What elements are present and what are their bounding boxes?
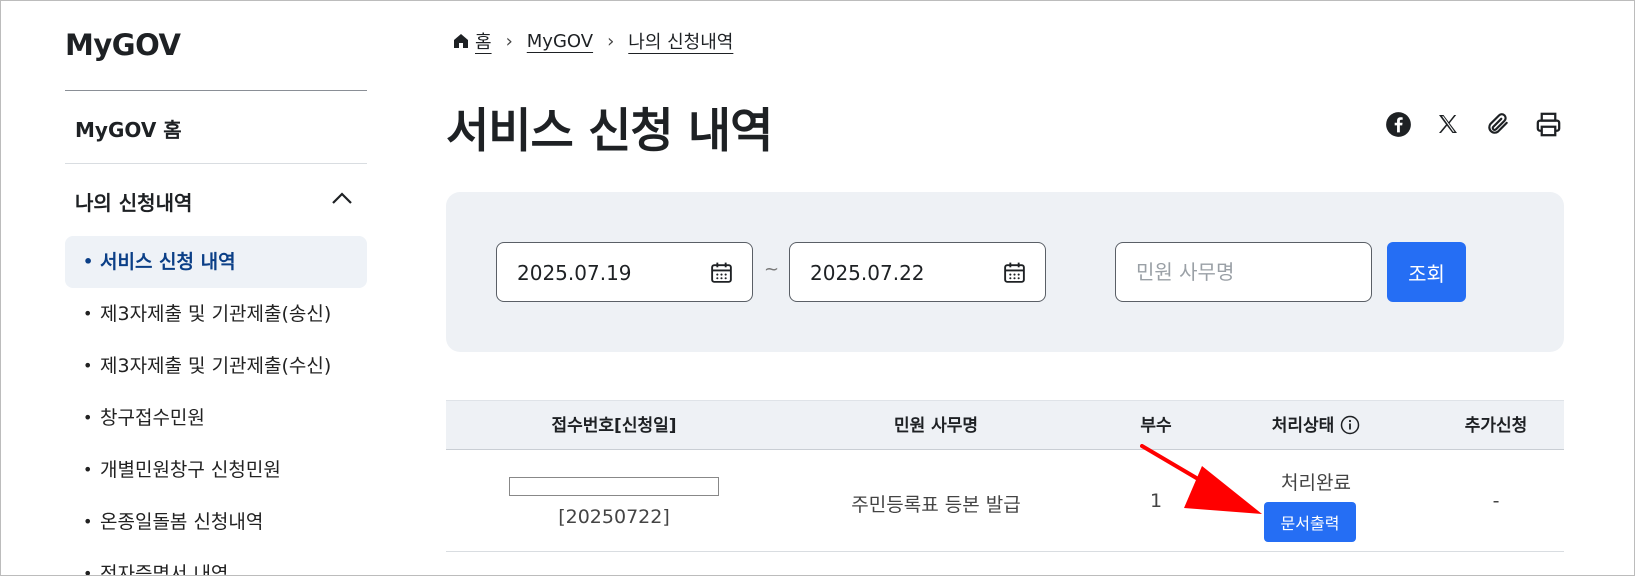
receipt-date: [20250722]	[558, 506, 670, 528]
breadcrumb-my-applications[interactable]: 나의 신청내역	[628, 28, 733, 54]
sidebar-item-mygov-home[interactable]: MyGOV 홈	[75, 114, 182, 143]
sidebar-item-e-certificates[interactable]: 전자증명서 내역	[65, 548, 367, 576]
red-arrow-annotation	[1140, 444, 1262, 514]
results-table: 접수번호[신청일] 민원 사무명 부수 처리상태 추가신청 [20250722]…	[446, 400, 1564, 552]
search-panel: 2025.07.19 ~ 2025.07.22 조회	[446, 192, 1564, 352]
sidebar-section-my-applications[interactable]: 나의 신청내역	[75, 187, 192, 216]
column-header-additional: 추가신청	[1464, 416, 1528, 436]
table-row: [20250722] 주민등록표 등본 발급 1 처리완료 문서출력 -	[446, 450, 1564, 552]
chevron-right-icon: ›	[607, 30, 615, 52]
receipt-number-link[interactable]	[509, 477, 719, 496]
breadcrumb-mygov[interactable]: MyGOV	[527, 31, 593, 52]
start-date-field[interactable]: 2025.07.19	[496, 242, 753, 302]
column-header-receipt: 접수번호[신청일]	[551, 416, 677, 436]
calendar-icon[interactable]	[709, 260, 734, 285]
chevron-right-icon: ›	[505, 30, 513, 52]
status-header-label: 처리상태	[1271, 416, 1335, 436]
print-document-button[interactable]: 문서출력	[1264, 502, 1356, 542]
end-date-value: 2025.07.22	[810, 261, 925, 285]
share-toolbar	[1384, 110, 1562, 138]
sidebar-item-service-history[interactable]: 서비스 신청 내역	[65, 236, 367, 288]
home-icon	[454, 34, 468, 48]
sidebar-item-individual-counter[interactable]: 개별민원창구 신청민원	[65, 444, 367, 496]
sidebar-item-third-party-received[interactable]: 제3자제출 및 기관제출(수신)	[65, 340, 367, 392]
additional-request: -	[1492, 490, 1500, 512]
column-header-service-name: 민원 사무명	[893, 416, 979, 436]
sidebar-item-third-party-sent[interactable]: 제3자제출 및 기관제출(송신)	[65, 288, 367, 340]
info-icon[interactable]	[1340, 415, 1360, 435]
chevron-up-icon[interactable]	[327, 186, 357, 210]
date-range-separator: ~	[764, 259, 780, 280]
site-logo[interactable]: MyGOV	[65, 28, 181, 62]
x-twitter-icon[interactable]	[1434, 110, 1462, 138]
sidebar-divider	[65, 163, 367, 164]
calendar-icon[interactable]	[1002, 260, 1027, 285]
printer-icon[interactable]	[1534, 110, 1562, 138]
search-button[interactable]: 조회	[1387, 242, 1466, 302]
paperclip-icon[interactable]	[1484, 110, 1512, 138]
sidebar-item-counter-applications[interactable]: 창구접수민원	[65, 392, 367, 444]
page-title: 서비스 신청 내역	[446, 104, 773, 159]
service-name: 주민등록표 등본 발급	[851, 494, 1021, 516]
sidebar-item-all-day-care[interactable]: 온종일돌봄 신청내역	[65, 496, 367, 548]
end-date-field[interactable]: 2025.07.22	[789, 242, 1046, 302]
facebook-icon[interactable]	[1384, 110, 1412, 138]
breadcrumb: 홈 › MyGOV › 나의 신청내역	[452, 28, 733, 54]
breadcrumb-home[interactable]: 홈	[475, 28, 492, 54]
table-header: 접수번호[신청일] 민원 사무명 부수 처리상태 추가신청	[446, 400, 1564, 450]
service-name-search-input[interactable]	[1115, 242, 1372, 302]
sidebar-divider	[65, 90, 367, 91]
start-date-value: 2025.07.19	[517, 261, 632, 285]
sidebar-submenu: 서비스 신청 내역 제3자제출 및 기관제출(송신) 제3자제출 및 기관제출(…	[65, 236, 367, 576]
